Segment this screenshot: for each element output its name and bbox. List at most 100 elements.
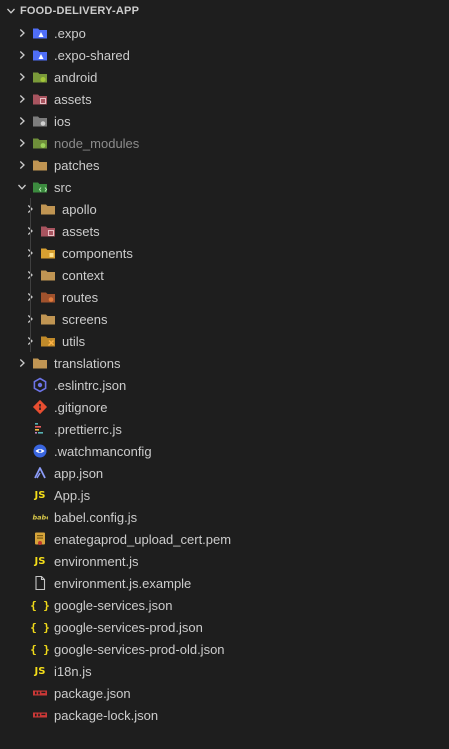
chevron-down-icon [4, 4, 18, 18]
folder-item-expo-shared[interactable]: .expo-shared [0, 44, 449, 66]
tree-item-label: google-services-prod.json [54, 619, 203, 635]
folder-item-expo[interactable]: .expo [0, 22, 449, 44]
chevron-right-icon [14, 113, 30, 129]
tree-item-label: routes [62, 289, 99, 305]
indent-guide [30, 198, 31, 352]
json-icon: { } [30, 620, 50, 634]
file-item-environment-js-example[interactable]: environment.js.example [0, 572, 449, 594]
tree-item-label: screens [62, 311, 108, 327]
eslint-icon [32, 377, 48, 393]
npm-icon [32, 685, 48, 701]
tree-item-label: utils [62, 333, 86, 349]
expo-folder-icon [32, 47, 48, 63]
file-item-app-js[interactable]: JS App.js [0, 484, 449, 506]
chevron-right-icon [14, 25, 30, 41]
chevron-right-icon [14, 135, 30, 151]
tree-item-label: enategaprod_upload_cert.pem [54, 531, 232, 547]
utils-folder-icon [40, 333, 56, 349]
folder-item-assets[interactable]: assets [0, 220, 449, 242]
tree-item-label: environment.js [54, 553, 139, 569]
explorer-header[interactable]: FOOD-DELIVERY-APP [0, 0, 449, 22]
folder-item-utils[interactable]: utils [0, 330, 449, 352]
tree-item-label: .watchmanconfig [54, 443, 152, 459]
watchman-icon [32, 443, 48, 459]
tree-item-label: google-services-prod-old.json [54, 641, 225, 657]
folder-item-apollo[interactable]: apollo [0, 198, 449, 220]
chevron-right-icon [14, 91, 30, 107]
folder-item-node-modules[interactable]: node_modules [0, 132, 449, 154]
tree-item-label: package.json [54, 685, 131, 701]
file-item-babel-config-js[interactable]: babel babel.config.js [0, 506, 449, 528]
git-icon [32, 399, 48, 415]
file-item-package-lock-json[interactable]: package-lock.json [0, 704, 449, 726]
assets-folder-icon [40, 223, 56, 239]
js-icon: JS [34, 555, 46, 567]
components-folder-icon [40, 245, 56, 261]
expo-folder-icon [32, 25, 48, 41]
js-icon: JS [34, 665, 46, 677]
folder-item-ios[interactable]: ios [0, 110, 449, 132]
tree-item-label: translations [54, 355, 121, 371]
tree-item-label: .eslintrc.json [54, 377, 127, 393]
folder-item-screens[interactable]: screens [0, 308, 449, 330]
npm-icon [32, 707, 48, 723]
tree-item-label: src [54, 179, 72, 195]
tree-item-label: .expo [54, 25, 86, 41]
expo-icon [32, 465, 48, 481]
json-icon: { } [30, 642, 50, 656]
tree-item-label: babel.config.js [54, 509, 138, 525]
tree-item-label: assets [54, 91, 92, 107]
tree-item-label: assets [62, 223, 100, 239]
chevron-down-icon [14, 179, 30, 195]
chevron-right-icon [14, 157, 30, 173]
tree-item-label: google-services.json [54, 597, 173, 613]
folder-item-routes[interactable]: routes [0, 286, 449, 308]
folder-item-context[interactable]: context [0, 264, 449, 286]
tree-item-label: i18n.js [54, 663, 92, 679]
file-item-package-json[interactable]: package.json [0, 682, 449, 704]
file-item-environment-js[interactable]: JS environment.js [0, 550, 449, 572]
file-item-app-json[interactable]: app.json [0, 462, 449, 484]
routes-folder-icon [40, 289, 56, 305]
tree-item-label: apollo [62, 201, 97, 217]
tree-item-label: .gitignore [54, 399, 108, 415]
file-item-google-services-prod-old-json[interactable]: { } google-services-prod-old.json [0, 638, 449, 660]
assets-folder-icon [32, 91, 48, 107]
folder-item-android[interactable]: android [0, 66, 449, 88]
file-item-google-services-json[interactable]: { } google-services.json [0, 594, 449, 616]
file-icon [32, 575, 48, 591]
certificate-icon [32, 531, 48, 547]
node-folder-icon [32, 135, 48, 151]
chevron-right-icon [14, 47, 30, 63]
file-item-enategaprod-upload-cert-pem[interactable]: enategaprod_upload_cert.pem [0, 528, 449, 550]
folder-icon [32, 355, 48, 371]
tree-item-label: components [62, 245, 133, 261]
project-title: FOOD-DELIVERY-APP [20, 5, 140, 17]
file-item-prettierrc-js[interactable]: .prettierrc.js [0, 418, 449, 440]
file-tree: .expo .expo-shared android assets ios node_mo… [0, 22, 449, 726]
android-folder-icon [32, 69, 48, 85]
folder-icon [32, 157, 48, 173]
folder-icon [40, 267, 56, 283]
file-item-i18n-js[interactable]: JS i18n.js [0, 660, 449, 682]
tree-item-label: environment.js.example [54, 575, 192, 591]
folder-item-components[interactable]: components [0, 242, 449, 264]
prettier-icon [32, 421, 48, 437]
file-item-watchmanconfig[interactable]: .watchmanconfig [0, 440, 449, 462]
src-folder-icon [32, 179, 48, 195]
file-item-eslintrc-json[interactable]: .eslintrc.json [0, 374, 449, 396]
tree-item-label: ios [54, 113, 71, 129]
tree-item-label: .expo-shared [54, 47, 130, 63]
folder-item-assets[interactable]: assets [0, 88, 449, 110]
folder-item-patches[interactable]: patches [0, 154, 449, 176]
svg-text:babel: babel [33, 514, 49, 522]
tree-item-label: app.json [54, 465, 104, 481]
folder-icon [40, 201, 56, 217]
folder-item-src[interactable]: src [0, 176, 449, 198]
file-item-google-services-prod-json[interactable]: { } google-services-prod.json [0, 616, 449, 638]
tree-item-label: package-lock.json [54, 707, 159, 723]
folder-icon [40, 311, 56, 327]
folder-item-translations[interactable]: translations [0, 352, 449, 374]
js-icon: JS [34, 489, 46, 501]
file-item-gitignore[interactable]: .gitignore [0, 396, 449, 418]
